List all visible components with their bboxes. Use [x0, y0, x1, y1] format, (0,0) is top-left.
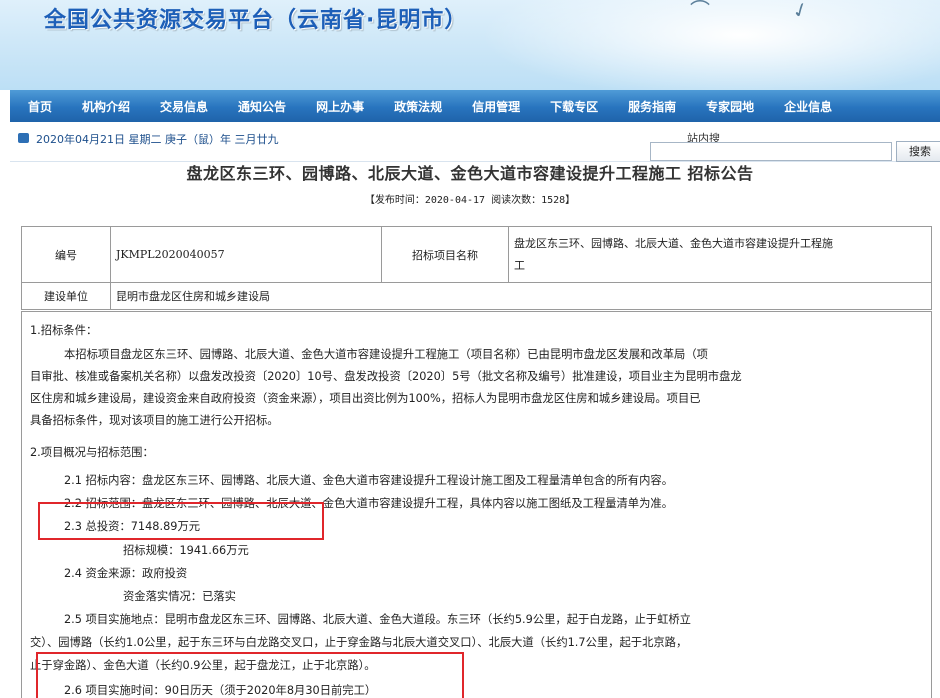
article-title: 盘龙区东三环、园博路、北辰大道、金色大道市容建设提升工程施工 招标公告: [186, 164, 754, 183]
paragraph-line: 具备招标条件，现对该项目的施工进行公开招标。: [30, 414, 279, 427]
project-name-value-line1: 盘龙区东三环、园博路、北辰大道、金色大道市容建设提升工程施: [514, 236, 833, 250]
item-2-5-cont: 交）、园博路（长约1.0公里，起于东三环与白龙路交叉口，止于穿金路与北辰大道交叉…: [30, 636, 688, 649]
project-name-value: 盘龙区东三环、园博路、北辰大道、金色大道市容建设提升工程施 工: [508, 226, 932, 283]
unit-label: 建设单位: [21, 282, 111, 310]
highlight-total-investment: [38, 502, 324, 540]
paragraph-line: 目审批、核准或备案机关名称）以盘发改投资〔2020〕10号、盘发改投资〔2020…: [30, 370, 742, 383]
nav-item-home[interactable]: 首页: [28, 98, 52, 115]
calendar-icon: [18, 133, 29, 143]
code-value: JKMPL2020040057: [110, 226, 382, 283]
bird-icon: ⌒: [690, 0, 710, 22]
project-info-table: 编号 JKMPL2020040057 招标项目名称 盘龙区东三环、园博路、北辰大…: [21, 226, 932, 310]
article-meta: 【发布时间：2020-04-17 阅读次数：1528】: [364, 195, 576, 206]
nav-item-downloads[interactable]: 下载专区: [550, 98, 598, 115]
section-1-title: 1.招标条件：: [30, 324, 98, 337]
nav-item-trade-info[interactable]: 交易信息: [160, 98, 208, 115]
site-title: 全国公共资源交易平台（云南省·昆明市）: [44, 8, 468, 33]
paragraph-line: 区住房和城乡建设局，建设资金来自政府投资（资金来源），项目出资比例为100%，招…: [30, 392, 701, 405]
item-2-4-funding: 资金落实情况：已落实: [123, 590, 236, 603]
item-2-3-scale: 招标规模：1941.66万元: [123, 544, 249, 557]
code-label: 编号: [21, 226, 111, 283]
nav-item-notices[interactable]: 通知公告: [238, 98, 286, 115]
nav-item-service-guide[interactable]: 服务指南: [628, 98, 676, 115]
paragraph-line: 本招标项目盘龙区东三环、园博路、北辰大道、金色大道市容建设提升工程施工（项目名称…: [64, 348, 708, 361]
nav-item-about[interactable]: 机构介绍: [82, 98, 130, 115]
site-banner: 全国公共资源交易平台（云南省·昆明市） ⌒ ✓: [0, 0, 940, 90]
project-name-label: 招标项目名称: [381, 226, 509, 283]
project-name-value-line2: 工: [514, 258, 525, 272]
highlight-schedule: [36, 652, 464, 698]
nav-item-online-services[interactable]: 网上办事: [316, 98, 364, 115]
item-2-5: 2.5 项目实施地点：昆明市盘龙区东三环、园博路、北辰大道、金色大道段。东三环（…: [64, 613, 691, 626]
nav-item-experts[interactable]: 专家园地: [706, 98, 754, 115]
search-button[interactable]: 搜索: [896, 141, 940, 162]
site-search-input[interactable]: [650, 142, 892, 161]
main-nav: 首页 机构介绍 交易信息 通知公告 网上办事 政策法规 信用管理 下载专区 服务…: [10, 90, 940, 122]
date-search-bar: 2020年04月21日 星期二 庚子（鼠）年 三月廿九 站内搜 搜索: [10, 124, 940, 162]
current-date: 2020年04月21日 星期二 庚子（鼠）年 三月廿九: [36, 133, 279, 146]
item-2-1: 2.1 招标内容：盘龙区东三环、园博路、北辰大道、金色大道市容建设提升工程设计施…: [64, 474, 673, 487]
nav-item-enterprise[interactable]: 企业信息: [784, 98, 832, 115]
nav-item-policies[interactable]: 政策法规: [394, 98, 442, 115]
banner-sky-glow: [480, 0, 940, 90]
nav-item-credit[interactable]: 信用管理: [472, 98, 520, 115]
section-2-title: 2.项目概况与招标范围：: [30, 446, 154, 459]
unit-value: 昆明市盘龙区住房和城乡建设局: [110, 282, 932, 310]
item-2-4: 2.4 资金来源：政府投资: [64, 567, 188, 580]
